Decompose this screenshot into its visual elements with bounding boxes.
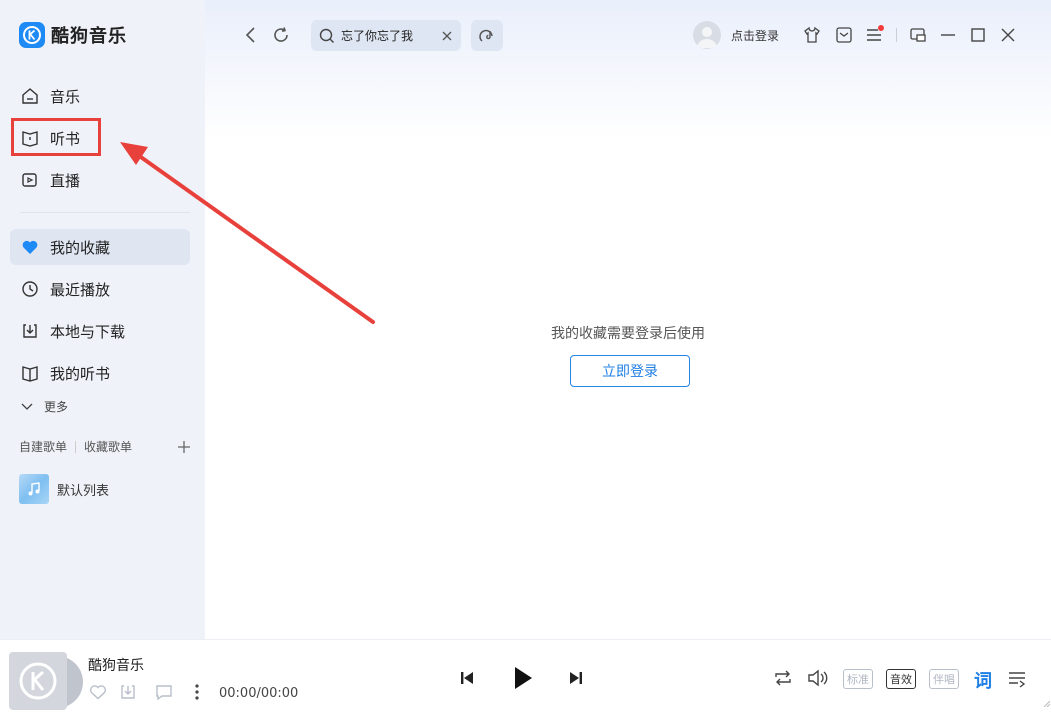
minimize-button[interactable] bbox=[938, 26, 958, 44]
playlist-label: 默认列表 bbox=[57, 483, 110, 499]
login-link[interactable]: 点击登录 bbox=[731, 27, 779, 44]
annotation-highlight-box bbox=[11, 118, 101, 156]
tab-collected-playlists[interactable]: 收藏歌单 bbox=[84, 438, 132, 455]
avatar[interactable] bbox=[693, 21, 721, 49]
music-note-icon bbox=[28, 482, 40, 496]
sidebar-item-label: 本地与下载 bbox=[50, 322, 126, 341]
playlist-tabs: 自建歌单 收藏歌单 bbox=[19, 438, 191, 455]
download-icon bbox=[121, 685, 135, 699]
more-options-button[interactable] bbox=[188, 682, 206, 702]
play-icon bbox=[515, 667, 532, 689]
sidebar-item-local-download[interactable]: 本地与下载 bbox=[10, 313, 190, 349]
search-box[interactable]: 忘了你忘了我 bbox=[311, 20, 461, 51]
window-controls-separator bbox=[896, 28, 897, 42]
playlist-item-default[interactable]: 默认列表 bbox=[19, 474, 109, 504]
next-button[interactable] bbox=[565, 667, 587, 689]
app-logo[interactable]: 酷狗音乐 bbox=[19, 22, 127, 48]
close-button[interactable] bbox=[998, 26, 1018, 44]
add-playlist-icon[interactable] bbox=[177, 440, 191, 454]
heart-icon bbox=[20, 237, 40, 257]
mini-mode-button[interactable] bbox=[834, 26, 854, 44]
sidebar-item-label: 音乐 bbox=[50, 87, 81, 106]
minimize-icon bbox=[941, 34, 955, 36]
song-recognition-icon bbox=[479, 29, 493, 42]
tshirt-icon bbox=[804, 26, 820, 43]
lyrics-toggle[interactable]: 词 bbox=[974, 667, 992, 693]
repeat-icon bbox=[775, 670, 791, 686]
comment-icon bbox=[156, 685, 172, 701]
login-now-button[interactable]: 立即登录 bbox=[570, 355, 690, 387]
skip-previous-icon bbox=[461, 672, 473, 684]
sidebar-divider bbox=[20, 212, 190, 213]
sidebar: 酷狗音乐 音乐 听书 直播 我的收藏 最近播放 本地与下载 我的听书 更多 自建… bbox=[0, 0, 205, 639]
skin-button[interactable] bbox=[802, 26, 822, 44]
quality-standard-tag[interactable]: 标准 bbox=[843, 669, 873, 689]
sidebar-item-recent[interactable]: 最近播放 bbox=[10, 271, 190, 307]
more-toggle[interactable]: 更多 bbox=[20, 398, 68, 415]
comment-button[interactable] bbox=[154, 682, 174, 702]
live-video-icon bbox=[20, 170, 40, 190]
search-icon bbox=[319, 28, 334, 43]
heart-outline-icon bbox=[89, 685, 107, 700]
close-icon bbox=[1001, 28, 1015, 42]
repeat-mode-button[interactable] bbox=[771, 667, 795, 689]
resize-grip-icon[interactable] bbox=[1042, 699, 1050, 707]
previous-button[interactable] bbox=[456, 667, 478, 689]
back-button[interactable] bbox=[241, 25, 261, 45]
main-content bbox=[205, 0, 1051, 639]
album-art[interactable] bbox=[9, 652, 83, 718]
like-button[interactable] bbox=[88, 682, 108, 702]
song-title: 酷狗音乐 bbox=[88, 658, 144, 674]
more-vertical-icon bbox=[195, 684, 199, 700]
tab-separator bbox=[75, 440, 77, 453]
sidebar-item-live[interactable]: 直播 bbox=[10, 162, 190, 198]
more-label: 更多 bbox=[44, 400, 69, 414]
sidebar-item-label: 我的听书 bbox=[50, 364, 111, 383]
play-button[interactable] bbox=[508, 662, 538, 694]
download-icon bbox=[20, 321, 40, 341]
player-bar: 酷狗音乐 00:00/00:00 标准 音效 伴唱 词 bbox=[0, 639, 1051, 710]
skip-next-icon bbox=[570, 672, 582, 684]
picture-in-picture-button[interactable] bbox=[908, 26, 928, 44]
sidebar-item-music[interactable]: 音乐 bbox=[10, 78, 190, 114]
queue-icon bbox=[1009, 672, 1026, 688]
kugou-logo-icon bbox=[19, 22, 45, 48]
volume-icon bbox=[808, 669, 828, 687]
kugou-logo-icon bbox=[19, 662, 57, 700]
clock-icon bbox=[20, 279, 40, 299]
accompaniment-tag[interactable]: 伴唱 bbox=[929, 669, 959, 689]
playlist-queue-button[interactable] bbox=[1005, 668, 1029, 690]
chevron-left-icon bbox=[245, 27, 255, 43]
sound-effect-tag[interactable]: 音效 bbox=[886, 669, 916, 689]
maximize-button[interactable] bbox=[968, 26, 988, 44]
app-name: 酷狗音乐 bbox=[51, 26, 127, 47]
download-song-button[interactable] bbox=[118, 682, 138, 702]
pip-icon bbox=[910, 28, 926, 42]
sidebar-item-label: 最近播放 bbox=[50, 280, 111, 299]
tab-created-playlists[interactable]: 自建歌单 bbox=[19, 438, 67, 455]
notification-dot bbox=[878, 25, 884, 31]
sidebar-item-favorites[interactable]: 我的收藏 bbox=[10, 229, 190, 265]
chevron-down-icon bbox=[21, 403, 33, 410]
refresh-icon bbox=[274, 27, 288, 42]
clear-search-icon[interactable] bbox=[441, 30, 453, 42]
playback-time: 00:00/00:00 bbox=[219, 686, 299, 701]
refresh-button[interactable] bbox=[271, 25, 291, 45]
sidebar-item-label: 我的收藏 bbox=[50, 238, 111, 257]
message-box-icon bbox=[836, 27, 852, 43]
maximize-icon bbox=[971, 28, 985, 42]
sidebar-item-my-audiobooks[interactable]: 我的听书 bbox=[10, 355, 190, 391]
sidebar-item-label: 直播 bbox=[50, 171, 81, 190]
search-input[interactable]: 忘了你忘了我 bbox=[341, 27, 441, 44]
playlist-cover bbox=[19, 474, 49, 504]
album-sleeve bbox=[9, 652, 67, 710]
open-book-icon bbox=[20, 363, 40, 383]
volume-button[interactable] bbox=[806, 667, 830, 689]
user-avatar-icon bbox=[697, 27, 717, 48]
home-icon bbox=[20, 86, 40, 106]
listen-recognize-button[interactable] bbox=[471, 20, 503, 51]
